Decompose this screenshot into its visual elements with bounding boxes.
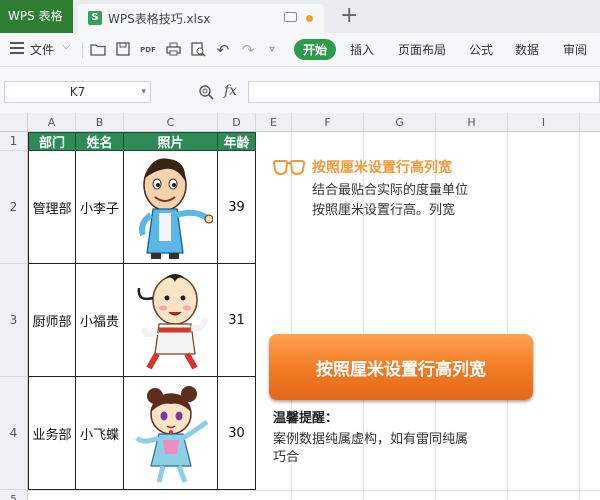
glasses-icon — [273, 160, 305, 176]
chevron-down-icon[interactable]: ⌵ — [62, 39, 70, 53]
chevron-down-icon[interactable]: ▾ — [141, 82, 146, 102]
row-header-4[interactable]: 4 — [0, 377, 28, 490]
formula-bar: K7 ▾ fx — [0, 67, 600, 113]
select-all-corner[interactable] — [0, 113, 28, 132]
column-header-e[interactable]: E — [256, 113, 292, 132]
tab-data[interactable]: 数据 — [515, 41, 539, 58]
cell-photo[interactable] — [124, 151, 218, 264]
formula-input[interactable] — [248, 81, 600, 103]
info-title: 按照厘米设置行高列宽 — [312, 160, 452, 176]
print-preview-icon[interactable] — [190, 42, 206, 58]
cartoon-girl-image[interactable] — [129, 380, 213, 486]
tab-review[interactable]: 审阅 — [563, 41, 587, 58]
tab-home[interactable]: 开始 — [294, 39, 337, 60]
cell-photo[interactable] — [124, 264, 218, 377]
fx-icon[interactable]: fx — [224, 83, 237, 99]
row-header-5[interactable]: 5 — [0, 490, 28, 500]
tab-formula[interactable]: 公式 — [469, 41, 493, 58]
set-row-col-size-button[interactable]: 按照厘米设置行高列宽 — [269, 334, 533, 400]
ribbon: 文件 ⌵ PDF ↶ ↷ ▿ 开始 插入 页面布局 公式 数据 审阅 — [0, 33, 600, 67]
header-cell-photo[interactable]: 照片 — [124, 133, 218, 151]
column-header-a[interactable]: A — [28, 113, 76, 132]
header-cell-age[interactable]: 年龄 — [218, 133, 256, 151]
cell-age[interactable]: 31 — [218, 264, 256, 377]
app-tab[interactable]: WPS 表格 — [0, 0, 73, 33]
tab-bar: WPS 表格 S WPS表格技巧.xlsx + — [0, 0, 600, 33]
header-cell-dept[interactable]: 部门 — [29, 133, 76, 151]
row-header-3[interactable]: 3 — [0, 264, 28, 377]
cell-age[interactable]: 30 — [218, 377, 256, 490]
column-header-i[interactable]: I — [508, 113, 580, 132]
column-header-next[interactable] — [580, 113, 600, 132]
header-cell-name[interactable]: 姓名 — [76, 133, 124, 151]
column-header-c[interactable]: C — [124, 113, 218, 132]
open-folder-icon[interactable] — [90, 42, 106, 58]
unsaved-dot-icon — [306, 15, 313, 22]
cartoon-man-image[interactable] — [129, 153, 213, 261]
more-dropdown-icon[interactable]: ▿ — [264, 42, 280, 58]
monitor-icon[interactable] — [284, 12, 297, 22]
column-header-f[interactable]: F — [292, 113, 364, 132]
new-tab-button[interactable]: + — [340, 4, 358, 28]
gridline — [28, 490, 600, 491]
document-tab[interactable]: S WPS表格技巧.xlsx — [78, 4, 324, 33]
cell-photo[interactable] — [124, 377, 218, 490]
tip-text-line: 案例数据纯属虚构，如有雷同纯属 — [273, 432, 469, 447]
column-header-h[interactable]: H — [436, 113, 508, 132]
gridline — [507, 132, 508, 500]
undo-icon[interactable]: ↶ — [215, 42, 231, 58]
column-header-d[interactable]: D — [218, 113, 256, 132]
cell-dept[interactable]: 业务部 — [29, 377, 76, 490]
redo-icon[interactable]: ↷ — [240, 42, 256, 58]
tip-title: 温馨提醒： — [273, 411, 339, 426]
pdf-icon[interactable]: PDF — [140, 42, 156, 58]
cell-dept[interactable]: 厨师部 — [29, 264, 76, 377]
cell-name[interactable]: 小飞蝶 — [76, 377, 124, 490]
gridline — [579, 132, 580, 500]
menu-icon[interactable] — [10, 42, 24, 54]
cartoon-boy-image[interactable] — [129, 268, 213, 372]
spreadsheet-icon: S — [88, 11, 102, 25]
tab-insert[interactable]: 插入 — [350, 41, 374, 58]
column-header-b[interactable]: B — [76, 113, 124, 132]
file-menu[interactable]: 文件 — [30, 41, 54, 58]
tip-text-line: 巧合 — [273, 450, 300, 465]
name-box[interactable]: K7 ▾ — [4, 81, 151, 103]
name-box-value: K7 — [69, 85, 86, 99]
cell-dept[interactable]: 管理部 — [29, 151, 76, 264]
print-icon[interactable] — [165, 42, 181, 58]
row-header-2[interactable]: 2 — [0, 151, 28, 264]
cell-name[interactable]: 小李子 — [76, 151, 124, 264]
row-header-1[interactable]: 1 — [0, 132, 28, 151]
tab-page-layout[interactable]: 页面布局 — [398, 41, 446, 58]
zoom-icon[interactable] — [198, 84, 214, 104]
document-tab-title: WPS表格技巧.xlsx — [108, 12, 211, 26]
save-icon[interactable] — [115, 42, 131, 58]
cell-name[interactable]: 小福贵 — [76, 264, 124, 377]
info-description-line: 结合最贴合实际的度量单位 — [312, 183, 469, 198]
cell-age[interactable]: 39 — [218, 151, 256, 264]
separator — [82, 42, 83, 58]
column-header-g[interactable]: G — [364, 113, 436, 132]
info-description-line: 按照厘米设置行高。列宽 — [312, 203, 456, 218]
